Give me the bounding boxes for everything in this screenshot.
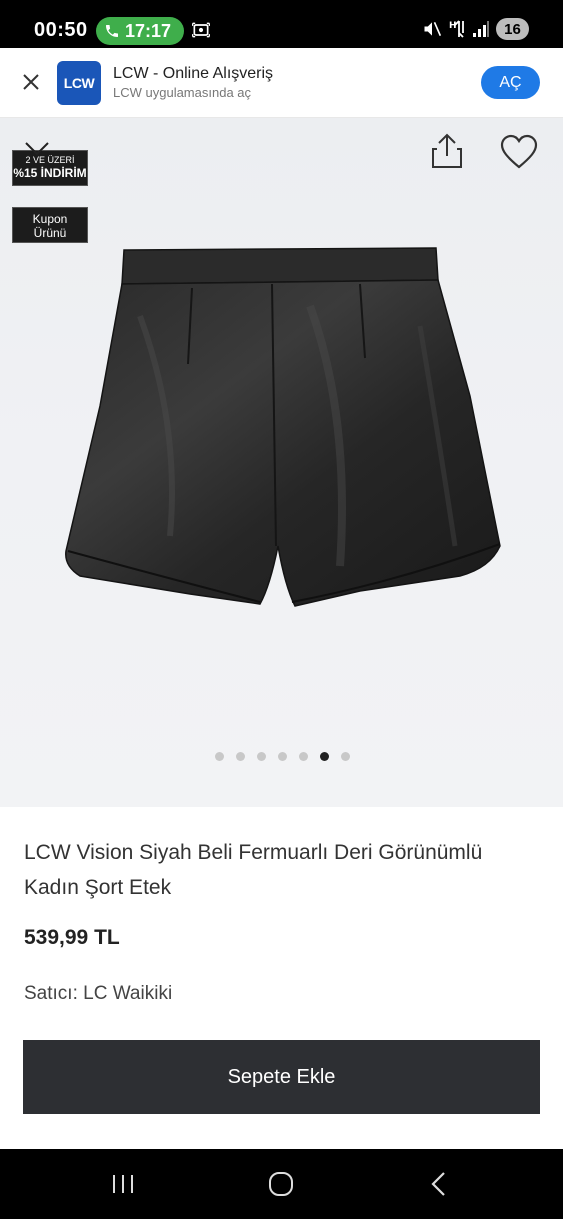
product-price: 539,99 TL bbox=[24, 926, 120, 949]
carousel-dot[interactable] bbox=[341, 752, 350, 761]
add-to-cart-button[interactable]: Sepete Ekle bbox=[23, 1040, 540, 1114]
ongoing-call-pill[interactable]: 17:17 bbox=[96, 17, 184, 45]
svg-text:H: H bbox=[449, 21, 457, 31]
product-image-carousel[interactable]: 2 VE ÜZERİ %15 İNDİRİM Kupon Ürünü bbox=[0, 118, 563, 807]
carousel-dot[interactable] bbox=[257, 752, 266, 761]
screen-record-icon bbox=[192, 22, 210, 38]
open-app-button[interactable]: AÇ bbox=[481, 66, 540, 99]
share-icon[interactable] bbox=[430, 132, 464, 170]
carousel-dot[interactable] bbox=[320, 752, 329, 761]
status-bar: 00:50 17:17 H 16 bbox=[0, 0, 563, 48]
home-icon[interactable] bbox=[268, 1171, 294, 1197]
status-icons: H 16 bbox=[422, 18, 529, 40]
system-nav-bar bbox=[0, 1149, 563, 1219]
carousel-dot[interactable] bbox=[236, 752, 245, 761]
app-subtitle: LCW uygulamasında aç bbox=[113, 85, 252, 100]
app-install-banner: LCW LCW - Online Alışveriş LCW uygulamas… bbox=[0, 48, 563, 118]
close-icon[interactable] bbox=[20, 71, 42, 93]
battery-indicator: 16 bbox=[496, 18, 529, 40]
data-transfer-icon: H bbox=[449, 20, 464, 38]
close-icon[interactable] bbox=[23, 136, 51, 164]
product-photo bbox=[65, 247, 501, 607]
app-logo: LCW bbox=[57, 61, 101, 105]
coupon-badge: Kupon Ürünü bbox=[12, 207, 88, 243]
seller-label: Satıcı: LC Waikiki bbox=[24, 983, 173, 1004]
back-icon[interactable] bbox=[429, 1171, 449, 1197]
carousel-dot[interactable] bbox=[278, 752, 287, 761]
phone-icon bbox=[106, 25, 118, 37]
mute-icon bbox=[424, 21, 442, 37]
signal-icon bbox=[473, 21, 489, 37]
heart-icon[interactable] bbox=[499, 134, 539, 170]
product-title: LCW Vision Siyah Beli Fermuarlı Deri Gör… bbox=[24, 841, 483, 899]
product-info: LCW Vision Siyah Beli Fermuarlı Deri Gör… bbox=[0, 807, 563, 1149]
recents-icon[interactable] bbox=[109, 1173, 137, 1195]
carousel-dot[interactable] bbox=[215, 752, 224, 761]
app-name: LCW - Online Alışveriş bbox=[113, 65, 274, 82]
carousel-dot[interactable] bbox=[299, 752, 308, 761]
status-time: 00:50 bbox=[34, 19, 88, 41]
carousel-dots bbox=[215, 752, 350, 761]
call-timer: 17:17 bbox=[125, 20, 172, 41]
